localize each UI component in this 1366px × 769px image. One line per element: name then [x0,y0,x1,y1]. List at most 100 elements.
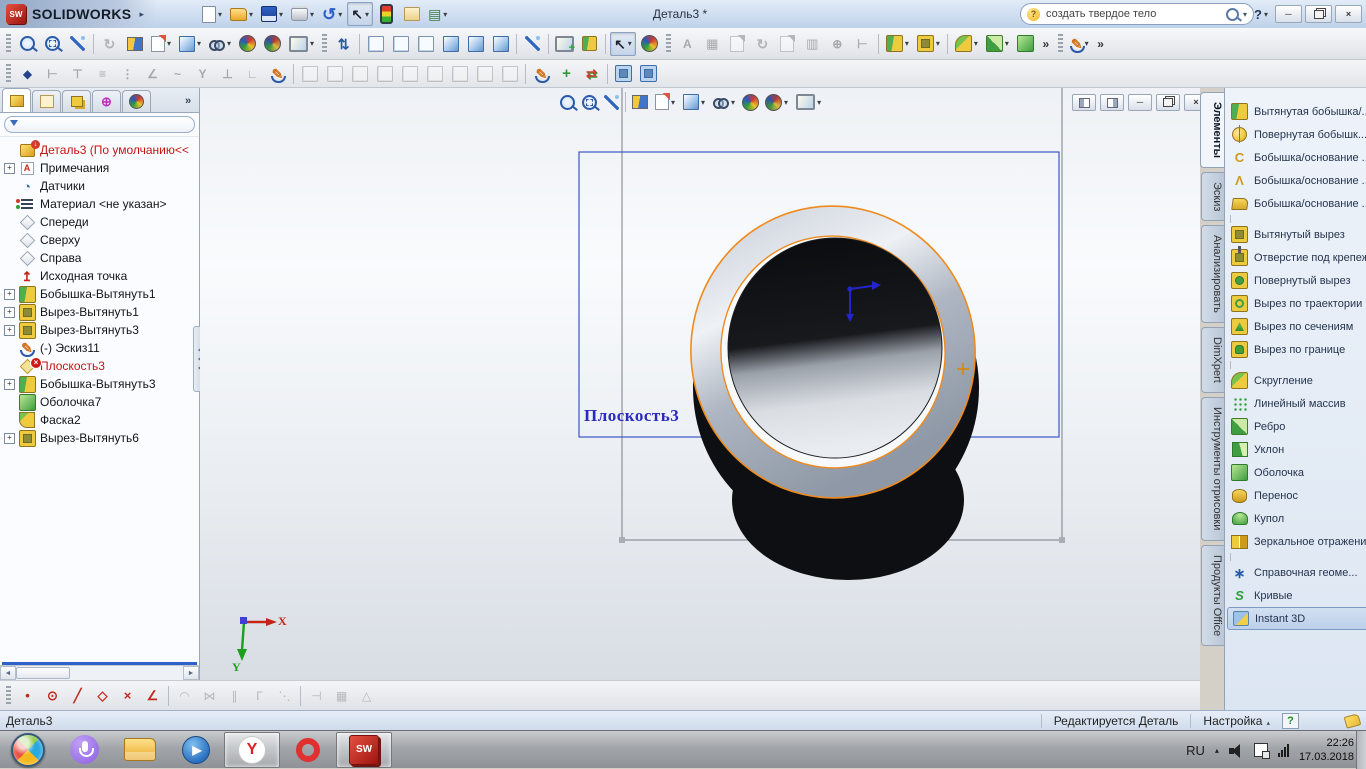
save-button[interactable] [258,3,286,25]
boss-extrude-button[interactable] [883,33,912,55]
feature-swept-boss[interactable]: C Бобышка/основание ... ▾ [1227,146,1366,169]
scroll-left-icon[interactable]: ◄ [0,666,16,680]
tree-expander[interactable] [4,307,15,318]
edit-scene-button[interactable] [553,33,576,55]
undo-button[interactable]: ↺ [319,3,345,25]
feature-revolved-boss[interactable]: Повернутая бобышк... ▾ [1227,123,1366,146]
tag-icon[interactable] [1344,713,1362,728]
view-top-button[interactable] [464,33,487,55]
drawing-sheet-button[interactable] [148,33,174,55]
rotate-view-button[interactable] [66,33,89,55]
quick-tips-icon[interactable]: ? [1282,713,1299,729]
action-center-icon[interactable] [1254,743,1268,757]
shell-button[interactable] [1014,33,1037,55]
taskbar-opera[interactable] [280,732,336,768]
fillet-button[interactable] [952,33,981,55]
rebuild-button[interactable] [375,3,398,25]
feature-boundary-boss[interactable]: Бобышка/основание ... ▾ [1227,192,1366,215]
tree-expander[interactable] [4,325,15,336]
surface-trim-button[interactable] [637,63,660,85]
view-right-button[interactable] [439,33,462,55]
clock[interactable]: 22:26 17.03.2018 [1299,736,1354,765]
tree-sensors[interactable]: ◔ Датчики [0,177,199,195]
hide-show-items-button[interactable] [206,33,234,55]
feature-lofted-cut[interactable]: Вырез по сечениям ▾ [1227,315,1366,338]
sketch-overflow-button[interactable]: » [1094,33,1108,55]
rotate-view-button[interactable] [601,92,621,112]
tab-sketch[interactable]: Эскиз [1201,172,1224,221]
show-desktop-button[interactable] [1356,731,1366,769]
select-button[interactable]: ↖ [347,2,373,26]
grid-system-button[interactable]: ▦ [330,685,353,707]
tab-dimxpertmanager[interactable]: ⊕ [92,90,121,112]
tab-configurationmanager[interactable] [62,90,91,112]
sketch-text-button[interactable]: ✎ [266,63,289,85]
window-restore-button[interactable] [1156,94,1180,111]
horizontal-dimension-button[interactable]: ⊢ [41,63,64,85]
edit-appearance-button[interactable] [236,33,259,55]
trim-entities-button[interactable]: × [116,685,139,707]
tree-cut-extrude6[interactable]: Вырез-Вытянуть6 [0,429,199,447]
taskbar-yandex-browser[interactable]: Y [224,732,280,768]
tree-cut-extrude1[interactable]: Вырез-Вытянуть1 [0,303,199,321]
split-entities-button[interactable]: Y [191,63,214,85]
file-properties-button[interactable] [400,3,423,25]
scrollbar-thumb[interactable] [16,667,70,679]
view-settings-button[interactable] [652,92,678,112]
circle-tool-button[interactable]: ⊙ [41,685,64,707]
tree-boss-extrude1[interactable]: Бобышка-Вытянуть1 [0,285,199,303]
measure-button[interactable]: ⊢ [851,33,874,55]
tree-plane-top[interactable]: Сверху [0,231,199,249]
quick-sketch-button[interactable]: + [555,63,578,85]
sketch-button[interactable]: ✎ [1068,33,1092,55]
standard-view-right-button[interactable] [373,63,396,85]
graphics-area[interactable]: ─× Плоскость3 X Y [200,88,1200,680]
cut-extrude-button[interactable] [914,33,943,55]
standard-view-top-button[interactable] [398,63,421,85]
view-front-button[interactable] [364,33,387,55]
feature-swept-cut[interactable]: Вырез по траектории ▾ [1227,292,1366,315]
image-button[interactable] [726,33,749,55]
mirror-entities-button[interactable]: ⋈ [198,685,221,707]
features-overflow-button[interactable]: » [1039,33,1053,55]
baseline-dimension-button[interactable]: ≡ [91,63,114,85]
feature-boundary-cut[interactable]: Вырез по границе ▾ [1227,338,1366,361]
standard-view-iso-button[interactable] [448,63,471,85]
pan-button[interactable]: ↻ [98,33,121,55]
texture-button[interactable] [578,33,601,55]
tab-render-tools[interactable]: Инструменты отрисовки [1201,397,1224,540]
edit-appearance-button[interactable] [740,92,760,112]
tree-expander[interactable] [4,289,15,300]
tree-expander[interactable] [4,433,15,444]
app-restore-button[interactable] [1305,5,1332,23]
feature-dome[interactable]: Купол ▾ [1227,507,1366,530]
tree-plane-front[interactable]: Спереди [0,213,199,231]
polygon-tool-button[interactable]: ◇ [91,685,114,707]
perpendicular-dimension-button[interactable]: ⊥ [216,63,239,85]
taskbar-solidworks[interactable]: SW [336,732,392,768]
view-left-button[interactable] [414,33,437,55]
weldment-button[interactable]: ▥ [801,33,824,55]
tab-evaluate[interactable]: Анализировать [1201,225,1224,323]
search-icon[interactable] [1226,8,1239,21]
design-table-button[interactable]: ▦ [701,33,724,55]
section-view-button[interactable] [630,92,650,112]
line-tool-button[interactable]: ╱ [66,685,89,707]
tree-filter-input[interactable] [22,118,189,131]
new-document-button[interactable] [199,3,225,25]
window-split-left-button[interactable] [1072,94,1096,111]
section-view-button[interactable] [123,33,146,55]
tangent-arc-button[interactable]: ◠ [173,685,196,707]
language-indicator[interactable]: RU [1186,743,1205,758]
brand-menu-arrow-icon[interactable]: ▸ [139,9,144,20]
smart-dimension-button[interactable]: ◆ [16,63,39,85]
render-options-button[interactable] [762,92,791,112]
tree-sketch11[interactable]: ✎ (-) Эскиз11 [0,339,199,357]
ordinate-dimension-button[interactable]: ⋮ [116,63,139,85]
feature-rib[interactable]: Ребро ▾ [1227,415,1366,438]
tab-features[interactable]: Элементы [1200,92,1224,168]
network-signal-icon[interactable] [1278,744,1289,757]
sketch-picture-button[interactable]: ✎ [530,63,553,85]
tree-shell7[interactable]: Оболочка7 [0,393,199,411]
tree-expander[interactable] [4,379,15,390]
